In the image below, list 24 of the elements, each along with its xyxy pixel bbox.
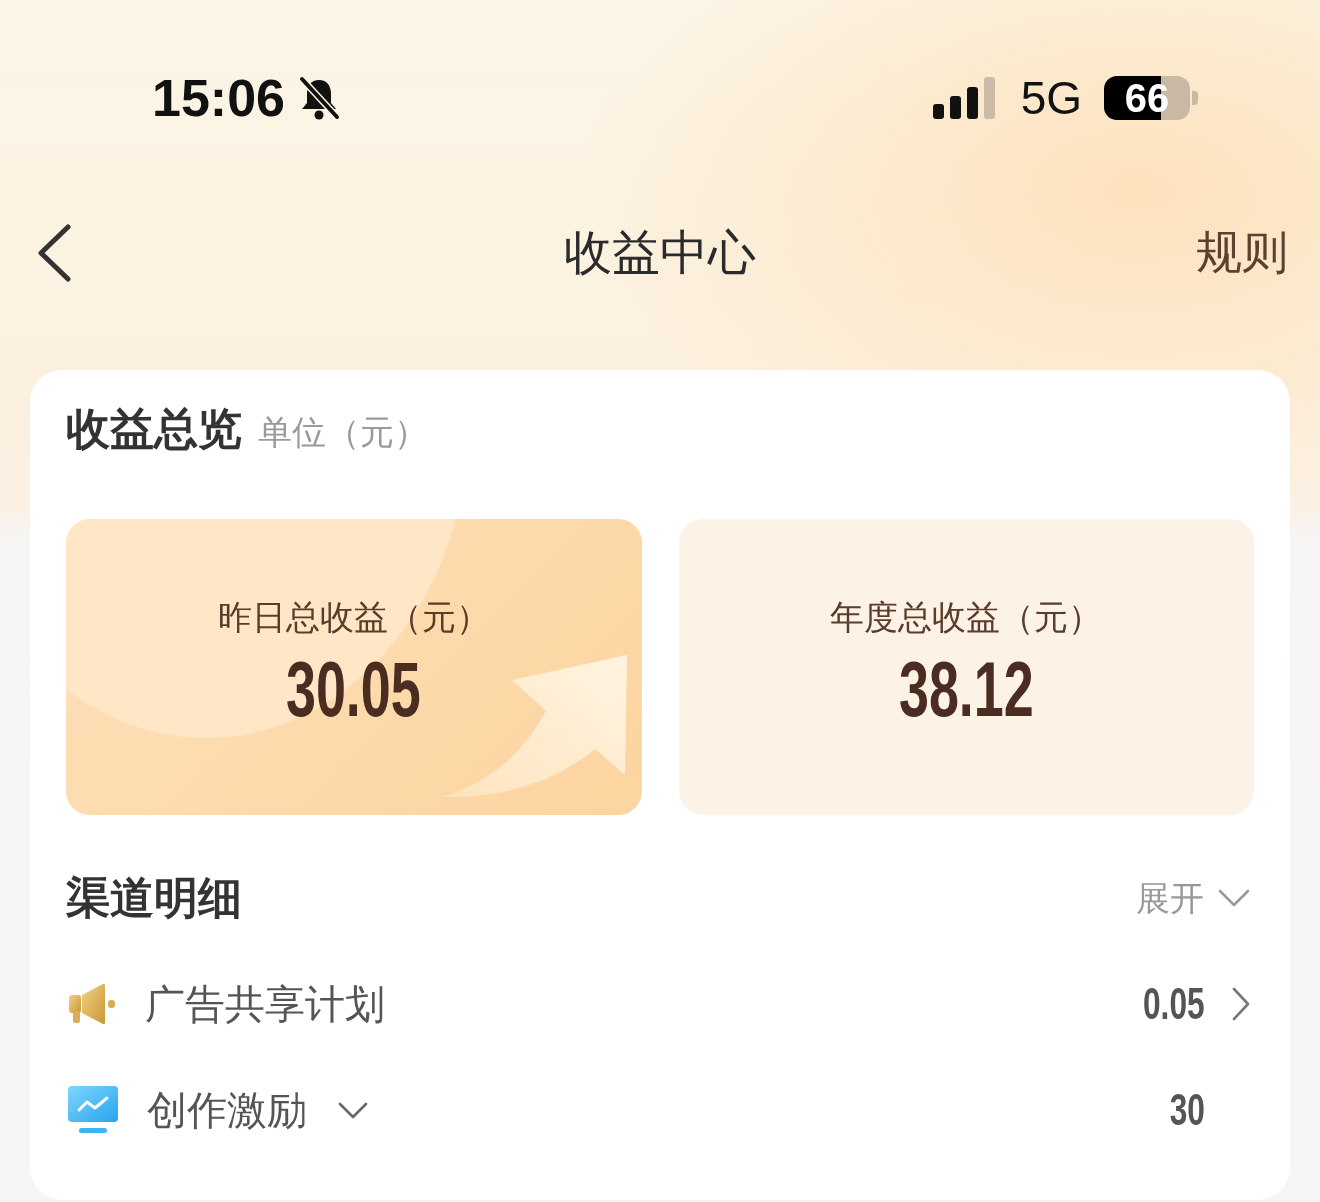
unit-label: 单位（元）: [258, 412, 428, 453]
stat-label: 年度总收益（元）: [830, 597, 1103, 638]
rules-link[interactable]: 规则: [1196, 225, 1288, 281]
signal-icon: [932, 77, 997, 119]
stat-label: 昨日总收益（元）: [217, 597, 490, 638]
page-title: 收益中心: [564, 225, 756, 282]
back-icon: [36, 224, 72, 282]
back-button[interactable]: [36, 224, 72, 282]
bell-slash-icon: [297, 75, 341, 121]
chevron-down-icon: [1218, 889, 1250, 907]
stat-value: 30.05: [286, 651, 422, 727]
megaphone-icon: [68, 982, 116, 1026]
section-title: 渠道明细: [66, 872, 242, 924]
chevron-right-icon[interactable]: [1232, 987, 1250, 1021]
status-time: 15:06: [152, 72, 285, 124]
chevron-down-icon[interactable]: [337, 1100, 369, 1120]
stat-value: 38.12: [898, 651, 1034, 727]
network-label: 5G: [1020, 75, 1082, 121]
channel-name: 创作激励: [147, 1087, 307, 1134]
channel-name: 广告共享计划: [145, 981, 385, 1028]
channel-amount: 0.05: [1143, 979, 1205, 1029]
channel-amount: 30: [1169, 1085, 1205, 1135]
section-title: 收益总览: [66, 403, 242, 455]
monitor-icon: [68, 1086, 118, 1134]
